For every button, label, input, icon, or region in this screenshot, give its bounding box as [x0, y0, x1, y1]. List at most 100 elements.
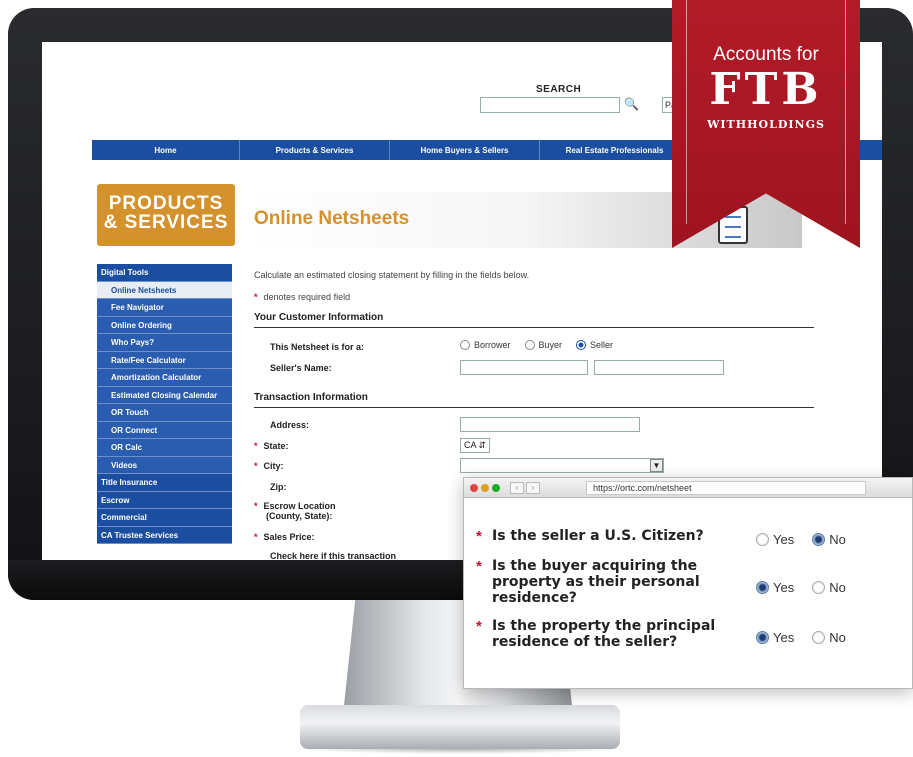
section-rule	[254, 407, 814, 408]
city-select[interactable]	[460, 458, 664, 473]
seller-first-name-input[interactable]	[460, 360, 588, 375]
sidebar-item-escrow[interactable]: Escrow	[97, 491, 232, 509]
sidebar-item-amortization-calculator[interactable]: Amortization Calculator	[97, 369, 232, 387]
ribbon-line-2: FTB	[709, 64, 823, 115]
netsheet-for-radio-group: Borrower Buyer Seller	[460, 340, 613, 350]
section-customer-info: Your Customer Information	[254, 312, 384, 323]
question-text: Is the property the principal residence …	[492, 618, 716, 650]
radio-yes-label: Yes	[773, 630, 795, 645]
question-text: Is the seller a U.S. Citizen?	[492, 528, 704, 544]
form-intro: Calculate an estimated closing statement…	[254, 270, 530, 280]
required-note: * denotes required field	[254, 292, 350, 302]
netsheet-for-label: This Netsheet is for a:	[270, 342, 365, 352]
radio-no[interactable]	[812, 533, 826, 546]
required-marker: *	[476, 618, 482, 635]
sidebar-item-online-ordering[interactable]: Online Ordering	[97, 316, 232, 334]
nav-real-estate-professionals[interactable]: Real Estate Professionals	[540, 140, 690, 160]
city-label-text: City:	[263, 461, 284, 471]
sidebar-item-or-touch[interactable]: OR Touch	[97, 404, 232, 422]
sidebar: Digital Tools Online Netsheets Fee Navig…	[97, 264, 232, 544]
city-label: * City:	[254, 461, 284, 471]
popup-titlebar: ‹ › https://ortc.com/netsheet	[464, 478, 912, 498]
sales-price-label: * Sales Price:	[254, 532, 315, 542]
close-window-icon[interactable]	[470, 484, 478, 492]
address-label: Address:	[270, 420, 310, 430]
sidebar-item-estimated-closing-calendar[interactable]: Estimated Closing Calendar	[97, 386, 232, 404]
badge-line-1: PRODUCTS	[108, 193, 224, 214]
sellers-name-label: Seller's Name:	[270, 363, 332, 373]
required-marker: *	[476, 558, 482, 575]
nav-home-buyers-sellers[interactable]: Home Buyers & Sellers	[390, 140, 540, 160]
answer-options: Yes No	[756, 630, 846, 645]
sidebar-item-videos[interactable]: Videos	[97, 456, 232, 474]
radio-seller-label: Seller	[590, 340, 614, 350]
state-label: * State:	[254, 441, 289, 451]
sidebar-item-or-calc[interactable]: OR Calc	[97, 439, 232, 457]
question-text: Is the buyer acquiring the property as t…	[492, 558, 700, 606]
sidebar-item-or-connect[interactable]: OR Connect	[97, 421, 232, 439]
escrow-location-label-line-2: (County, State):	[266, 511, 333, 521]
badge-line-2: & SERVICES	[103, 212, 229, 233]
sidebar-item-rate-fee-calculator[interactable]: Rate/Fee Calculator	[97, 351, 232, 369]
search-icon[interactable]: 🔍	[624, 97, 639, 111]
required-marker: *	[476, 528, 482, 545]
radio-no-label: No	[829, 630, 846, 645]
required-marker: *	[254, 441, 258, 451]
search-label: SEARCH	[536, 84, 582, 95]
required-marker: *	[254, 461, 258, 471]
escrow-location-label: * Escrow Location (County, State):	[254, 501, 336, 521]
sidebar-item-commercial[interactable]: Commercial	[97, 509, 232, 527]
section-transaction-info: Transaction Information	[254, 392, 368, 403]
state-select-value: CA	[464, 440, 477, 450]
sidebar-item-who-pays[interactable]: Who Pays?	[97, 334, 232, 352]
radio-buyer[interactable]	[524, 340, 535, 350]
answer-options: Yes No	[756, 532, 846, 547]
radio-buyer-label: Buyer	[538, 340, 563, 350]
state-label-text: State:	[263, 441, 289, 451]
back-arrow-icon[interactable]: ‹	[510, 482, 524, 494]
radio-no-label: No	[829, 532, 846, 547]
sales-price-label-text: Sales Price:	[263, 532, 315, 542]
required-marker: *	[254, 292, 258, 302]
escrow-location-label-line-1: Escrow Location	[263, 501, 336, 511]
zip-label: Zip:	[270, 482, 287, 492]
radio-yes[interactable]	[756, 581, 769, 594]
address-input[interactable]	[460, 417, 640, 432]
sidebar-item-title-insurance[interactable]: Title Insurance	[97, 474, 232, 492]
nav-home[interactable]: Home	[92, 140, 240, 160]
radio-no-label: No	[829, 580, 846, 595]
sidebar-item-digital-tools[interactable]: Digital Tools	[97, 264, 232, 282]
sidebar-item-fee-navigator[interactable]: Fee Navigator	[97, 299, 232, 317]
chevron-down-icon[interactable]: ▼	[650, 459, 663, 472]
ribbon-line-1: Accounts for	[713, 44, 819, 65]
radio-yes-label: Yes	[773, 580, 795, 595]
answer-options: Yes No	[756, 580, 846, 595]
section-rule	[254, 327, 814, 328]
radio-yes[interactable]	[756, 631, 769, 644]
search-input[interactable]	[480, 97, 620, 113]
radio-seller[interactable]	[576, 340, 587, 350]
ribbon-line-3: WITHHOLDINGS	[707, 118, 825, 131]
required-marker: *	[254, 501, 258, 511]
state-select[interactable]: CA ⇵	[460, 438, 491, 453]
radio-borrower[interactable]	[460, 340, 470, 350]
forward-arrow-icon[interactable]: ›	[526, 482, 540, 494]
seller-last-name-input[interactable]	[594, 360, 724, 375]
netsheet-popup-window: ‹ › https://ortc.com/netsheet * Is the s…	[463, 477, 913, 689]
radio-yes[interactable]	[756, 533, 769, 546]
required-marker: *	[254, 532, 258, 542]
maximize-window-icon[interactable]	[492, 484, 500, 492]
nav-products-services[interactable]: Products & Services	[240, 140, 390, 160]
radio-no[interactable]	[812, 581, 826, 594]
sidebar-item-ca-trustee-services[interactable]: CA Trustee Services	[97, 526, 232, 544]
sidebar-item-online-netsheets[interactable]: Online Netsheets	[97, 281, 232, 299]
products-services-badge: PRODUCTS & SERVICES	[97, 184, 235, 246]
minimize-window-icon[interactable]	[481, 484, 489, 492]
radio-borrower-label: Borrower	[474, 340, 511, 350]
radio-no[interactable]	[812, 631, 826, 644]
check-here-label: Check here if this transaction	[270, 551, 397, 560]
url-bar[interactable]: https://ortc.com/netsheet	[586, 481, 866, 495]
required-note-text: denotes required field	[263, 292, 351, 302]
monitor-stand-base	[300, 705, 620, 749]
page-title: Online Netsheets	[254, 208, 410, 229]
